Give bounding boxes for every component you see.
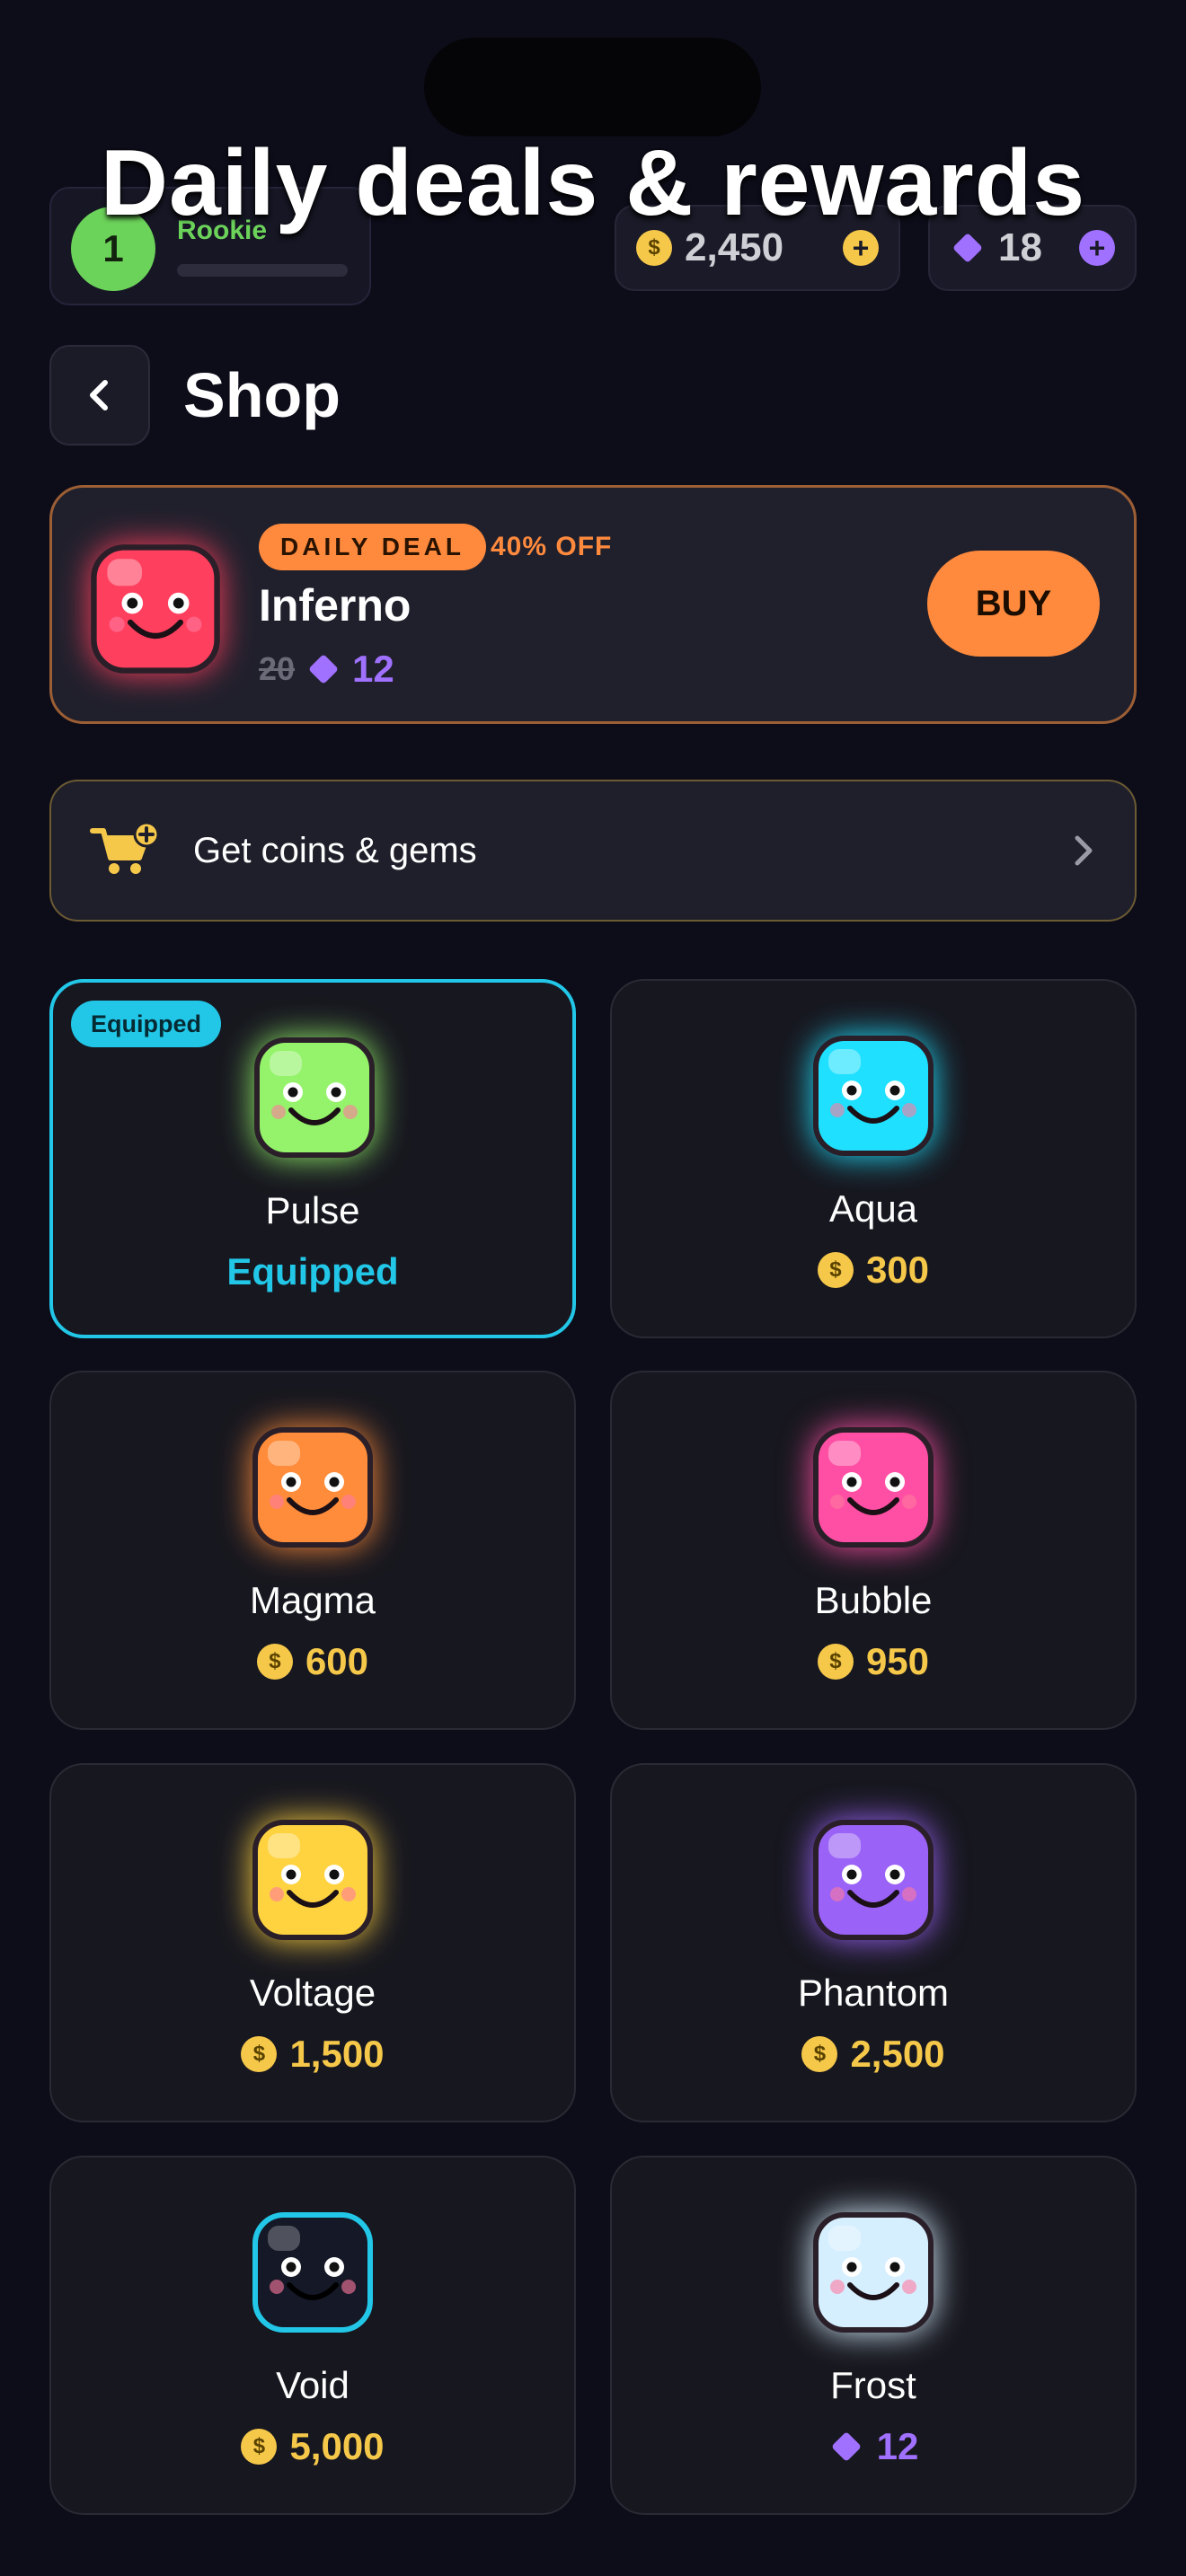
pulse-character-icon — [252, 1035, 377, 1160]
voltage-character-icon — [250, 1817, 376, 1943]
item-name: Magma — [249, 1579, 376, 1621]
daily-deal-card[interactable]: DAILY DEAL 40% OFF Inferno 20 12 BUY — [49, 485, 1137, 724]
chevron-left-icon — [90, 380, 108, 410]
item-price: Equipped — [53, 1250, 572, 1293]
back-button[interactable] — [49, 345, 150, 446]
item-price-value: Equipped — [226, 1250, 399, 1292]
coin-icon: $ — [241, 2036, 278, 2072]
page-title: Shop — [183, 360, 341, 430]
cart-plus-icon — [90, 822, 160, 874]
aqua-character-icon — [810, 1033, 936, 1159]
item-price-value: 12 — [876, 2425, 919, 2467]
item-price: $1,500 — [51, 2033, 574, 2076]
shop-item-frost[interactable]: Frost 12 — [610, 2156, 1137, 2515]
item-price: $950 — [612, 1640, 1135, 1683]
deal-new-price: 12 — [352, 648, 394, 690]
gem-icon — [309, 655, 338, 684]
gem-icon — [832, 2432, 860, 2461]
shop-item-aqua[interactable]: Aqua $300 — [610, 979, 1137, 1338]
item-name: Aqua — [828, 1187, 918, 1230]
xp-progress-bar — [177, 264, 348, 277]
deal-item-name: Inferno — [259, 580, 412, 631]
deal-old-price: 20 — [259, 650, 296, 687]
item-price: $300 — [612, 1248, 1135, 1292]
equipped-badge: Equipped — [71, 1001, 221, 1047]
item-name: Voltage — [249, 1972, 376, 2014]
daily-deal-badge: DAILY DEAL — [259, 524, 486, 570]
void-character-icon — [250, 2210, 376, 2335]
shop-item-void[interactable]: Void $5,000 — [49, 2156, 576, 2515]
item-price-value: 600 — [305, 1640, 369, 1682]
add-gems-icon[interactable]: + — [1079, 230, 1115, 266]
item-name: Pulse — [265, 1189, 360, 1231]
add-coins-icon[interactable]: + — [843, 230, 879, 266]
coin-icon: $ — [636, 230, 672, 266]
item-name: Phantom — [797, 1972, 950, 2014]
item-price: 12 — [612, 2425, 1135, 2468]
deal-price-row: 20 12 — [259, 648, 394, 691]
shop-item-pulse[interactable]: Equipped Pulse Equipped — [49, 979, 576, 1338]
item-name: Frost — [830, 2364, 916, 2406]
promo-overlay-title: Daily deals & rewards — [100, 131, 1086, 235]
item-price-value: 5,000 — [289, 2425, 385, 2467]
item-price-value: 300 — [865, 1248, 930, 1291]
item-price: $600 — [51, 1640, 574, 1683]
coin-icon: $ — [801, 2036, 838, 2072]
deal-discount-label: 40% OFF — [491, 532, 613, 561]
coin-icon: $ — [817, 1252, 854, 1288]
item-price: $5,000 — [51, 2425, 574, 2468]
get-coins-gems-row[interactable]: Get coins & gems — [49, 780, 1137, 922]
shop-item-bubble[interactable]: Bubble $950 — [610, 1371, 1137, 1730]
chevron-right-icon — [1075, 835, 1093, 866]
item-price-value: 2,500 — [850, 2033, 945, 2075]
item-price-value: 1,500 — [289, 2033, 385, 2075]
bubble-character-icon — [810, 1425, 936, 1550]
gem-icon — [953, 234, 982, 262]
shop-item-magma[interactable]: Magma $600 — [49, 1371, 576, 1730]
shop-item-voltage[interactable]: Voltage $1,500 — [49, 1763, 576, 2122]
buy-button[interactable]: BUY — [927, 551, 1100, 657]
item-price-value: 950 — [865, 1640, 930, 1682]
coin-icon: $ — [817, 1644, 854, 1680]
coin-icon: $ — [241, 2429, 278, 2465]
inferno-character-icon — [88, 542, 223, 676]
magma-character-icon — [250, 1425, 376, 1550]
item-price: $2,500 — [612, 2033, 1135, 2076]
dynamic-island — [424, 38, 761, 137]
coin-icon: $ — [256, 1644, 293, 1680]
shop-item-phantom[interactable]: Phantom $2,500 — [610, 1763, 1137, 2122]
item-name: Bubble — [814, 1579, 933, 1621]
item-name: Void — [276, 2364, 350, 2406]
get-coins-label: Get coins & gems — [193, 830, 477, 870]
frost-character-icon — [810, 2210, 936, 2335]
phantom-character-icon — [810, 1817, 936, 1943]
